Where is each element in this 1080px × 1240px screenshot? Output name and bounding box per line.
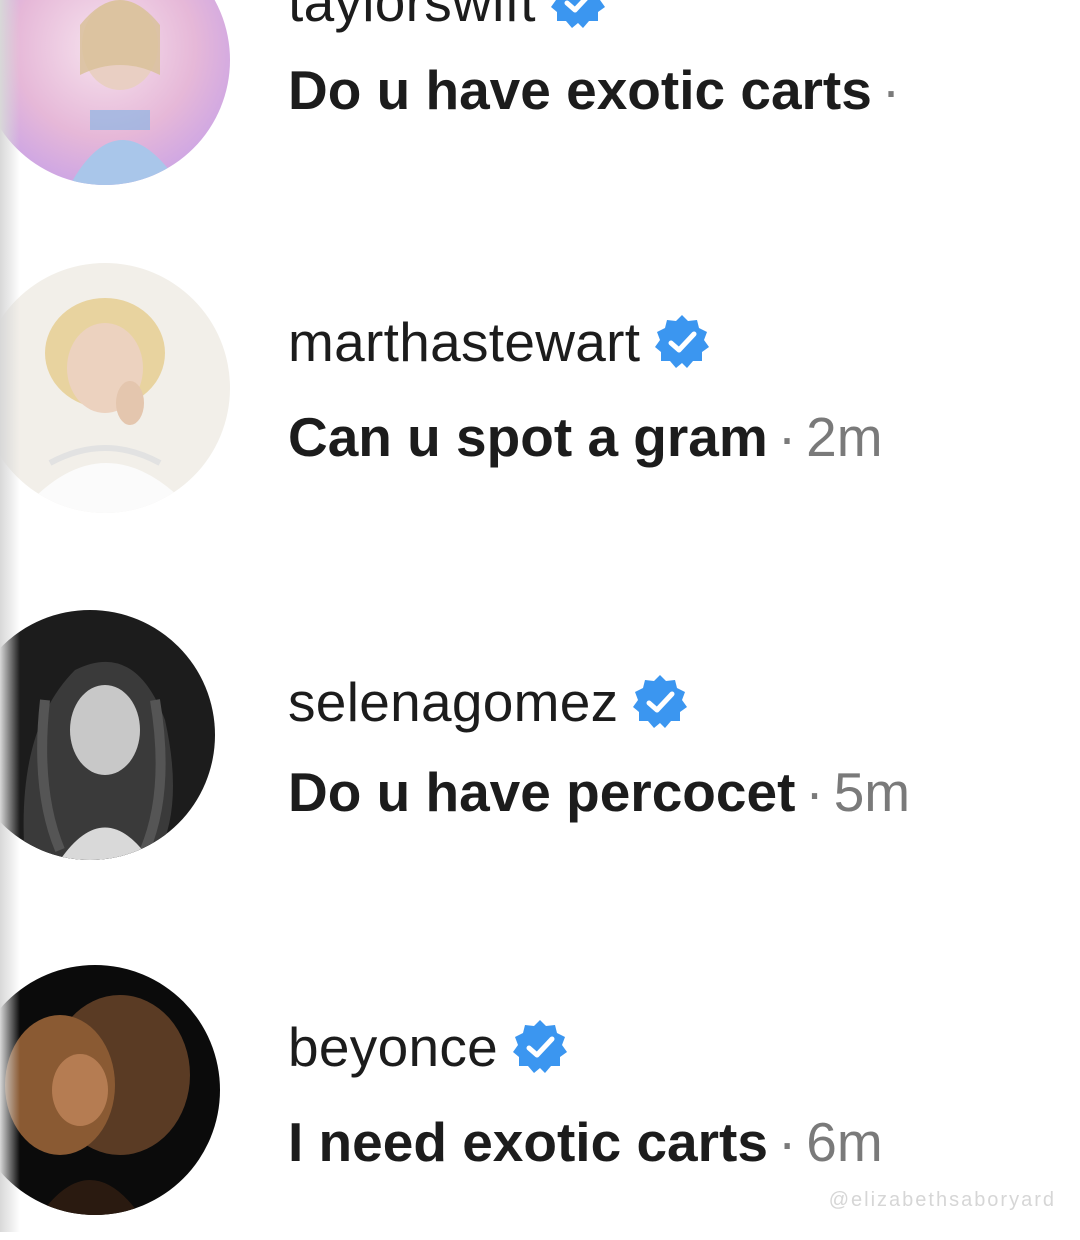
- avatar-taylorswift[interactable]: [0, 0, 230, 185]
- verified-badge-icon: [652, 312, 712, 372]
- selenagomez-avatar: [0, 610, 215, 860]
- separator: ·: [881, 59, 901, 121]
- username-line: selenagomez: [288, 670, 690, 734]
- username: selenagomez: [288, 671, 619, 733]
- separator: ·: [777, 406, 797, 468]
- message-row-selenagomez[interactable]: selenagomez Do u have percocet · 5m: [0, 605, 1080, 885]
- message-text: I need exotic carts: [288, 1111, 768, 1173]
- message-preview: Can u spot a gram · 2m: [288, 405, 883, 469]
- message-text: Do u have percocet: [288, 761, 796, 823]
- username: marthastewart: [288, 311, 641, 373]
- timestamp: 6m: [806, 1111, 883, 1173]
- direct-messages-list: taylorswift Do u have exotic carts · mar…: [0, 0, 1080, 1232]
- username: beyonce: [288, 1016, 499, 1078]
- message-row-taylorswift[interactable]: taylorswift Do u have exotic carts ·: [0, 0, 1080, 185]
- message-preview: Do u have percocet · 5m: [288, 760, 910, 824]
- left-edge-shadow: [0, 0, 20, 1232]
- username-line: beyonce: [288, 1015, 570, 1079]
- avatar-marthastewart[interactable]: [0, 263, 230, 513]
- username-line: taylorswift: [288, 0, 608, 34]
- separator: ·: [805, 761, 824, 823]
- username-line: marthastewart: [288, 310, 712, 374]
- beyonce-avatar: [0, 965, 220, 1215]
- avatar-beyonce[interactable]: [0, 965, 220, 1215]
- message-text: Do u have exotic carts: [288, 59, 872, 121]
- taylorswift-avatar: [0, 0, 230, 185]
- timestamp: 5m: [833, 761, 911, 823]
- verified-badge-icon: [510, 1017, 570, 1077]
- marthastewart-avatar: [0, 263, 230, 513]
- message-text: Can u spot a gram: [288, 406, 768, 468]
- verified-badge-icon: [630, 672, 690, 732]
- separator: ·: [777, 1111, 797, 1173]
- message-row-marthastewart[interactable]: marthastewart Can u spot a gram · 2m: [0, 255, 1080, 535]
- username: taylorswift: [288, 0, 536, 33]
- watermark: @elizabethsaboryard: [828, 1189, 1056, 1211]
- message-preview: Do u have exotic carts ·: [288, 58, 910, 122]
- timestamp: 2m: [806, 406, 883, 468]
- message-preview: I need exotic carts · 6m: [288, 1110, 883, 1174]
- verified-badge-icon: [548, 0, 608, 32]
- avatar-selenagomez[interactable]: [0, 610, 215, 860]
